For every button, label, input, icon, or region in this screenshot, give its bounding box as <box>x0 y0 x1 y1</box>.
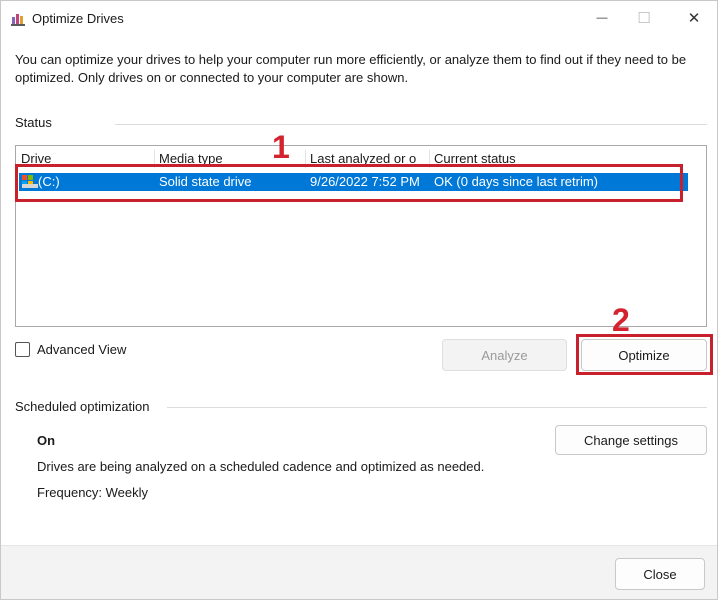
title-bar[interactable]: Optimize Drives — ☐ ✕ <box>1 1 717 37</box>
minimize-icon: — <box>596 12 608 24</box>
close-window-button[interactable]: ✕ <box>671 1 717 35</box>
close-button[interactable]: Close <box>615 558 705 590</box>
intro-text: You can optimize your drives to help you… <box>15 52 687 85</box>
advanced-view-checkbox-group[interactable]: Advanced View <box>15 342 126 357</box>
schedule-description: Drives are being analyzed on a scheduled… <box>37 459 485 474</box>
advanced-view-label[interactable]: Advanced View <box>37 342 126 357</box>
step-1-number: 1 <box>272 129 290 165</box>
optimize-drives-app-icon <box>11 14 25 26</box>
step-1-highlight-box <box>15 164 683 202</box>
dialog-footer: Close <box>1 545 717 599</box>
optimize-drives-window: Optimize Drives — ☐ ✕ You can optimize y… <box>0 0 718 600</box>
scheduled-divider <box>167 407 707 408</box>
status-divider <box>115 124 707 125</box>
close-icon: ✕ <box>687 10 701 27</box>
advanced-view-checkbox[interactable] <box>15 342 30 357</box>
minimize-button[interactable]: — <box>579 1 625 35</box>
window-title: Optimize Drives <box>32 11 124 26</box>
change-settings-button[interactable]: Change settings <box>555 425 707 455</box>
maximize-button[interactable]: ☐ <box>621 1 667 35</box>
schedule-frequency: Frequency: Weekly <box>37 485 149 500</box>
schedule-state: On <box>37 433 56 448</box>
step-2-number: 2 <box>612 302 630 338</box>
maximize-icon: ☐ <box>637 10 651 27</box>
analyze-button[interactable]: Analyze <box>442 339 567 371</box>
step-2-highlight-box <box>576 334 713 375</box>
scheduled-group-label: Scheduled optimization <box>15 399 150 414</box>
status-group-label: Status <box>15 115 52 130</box>
